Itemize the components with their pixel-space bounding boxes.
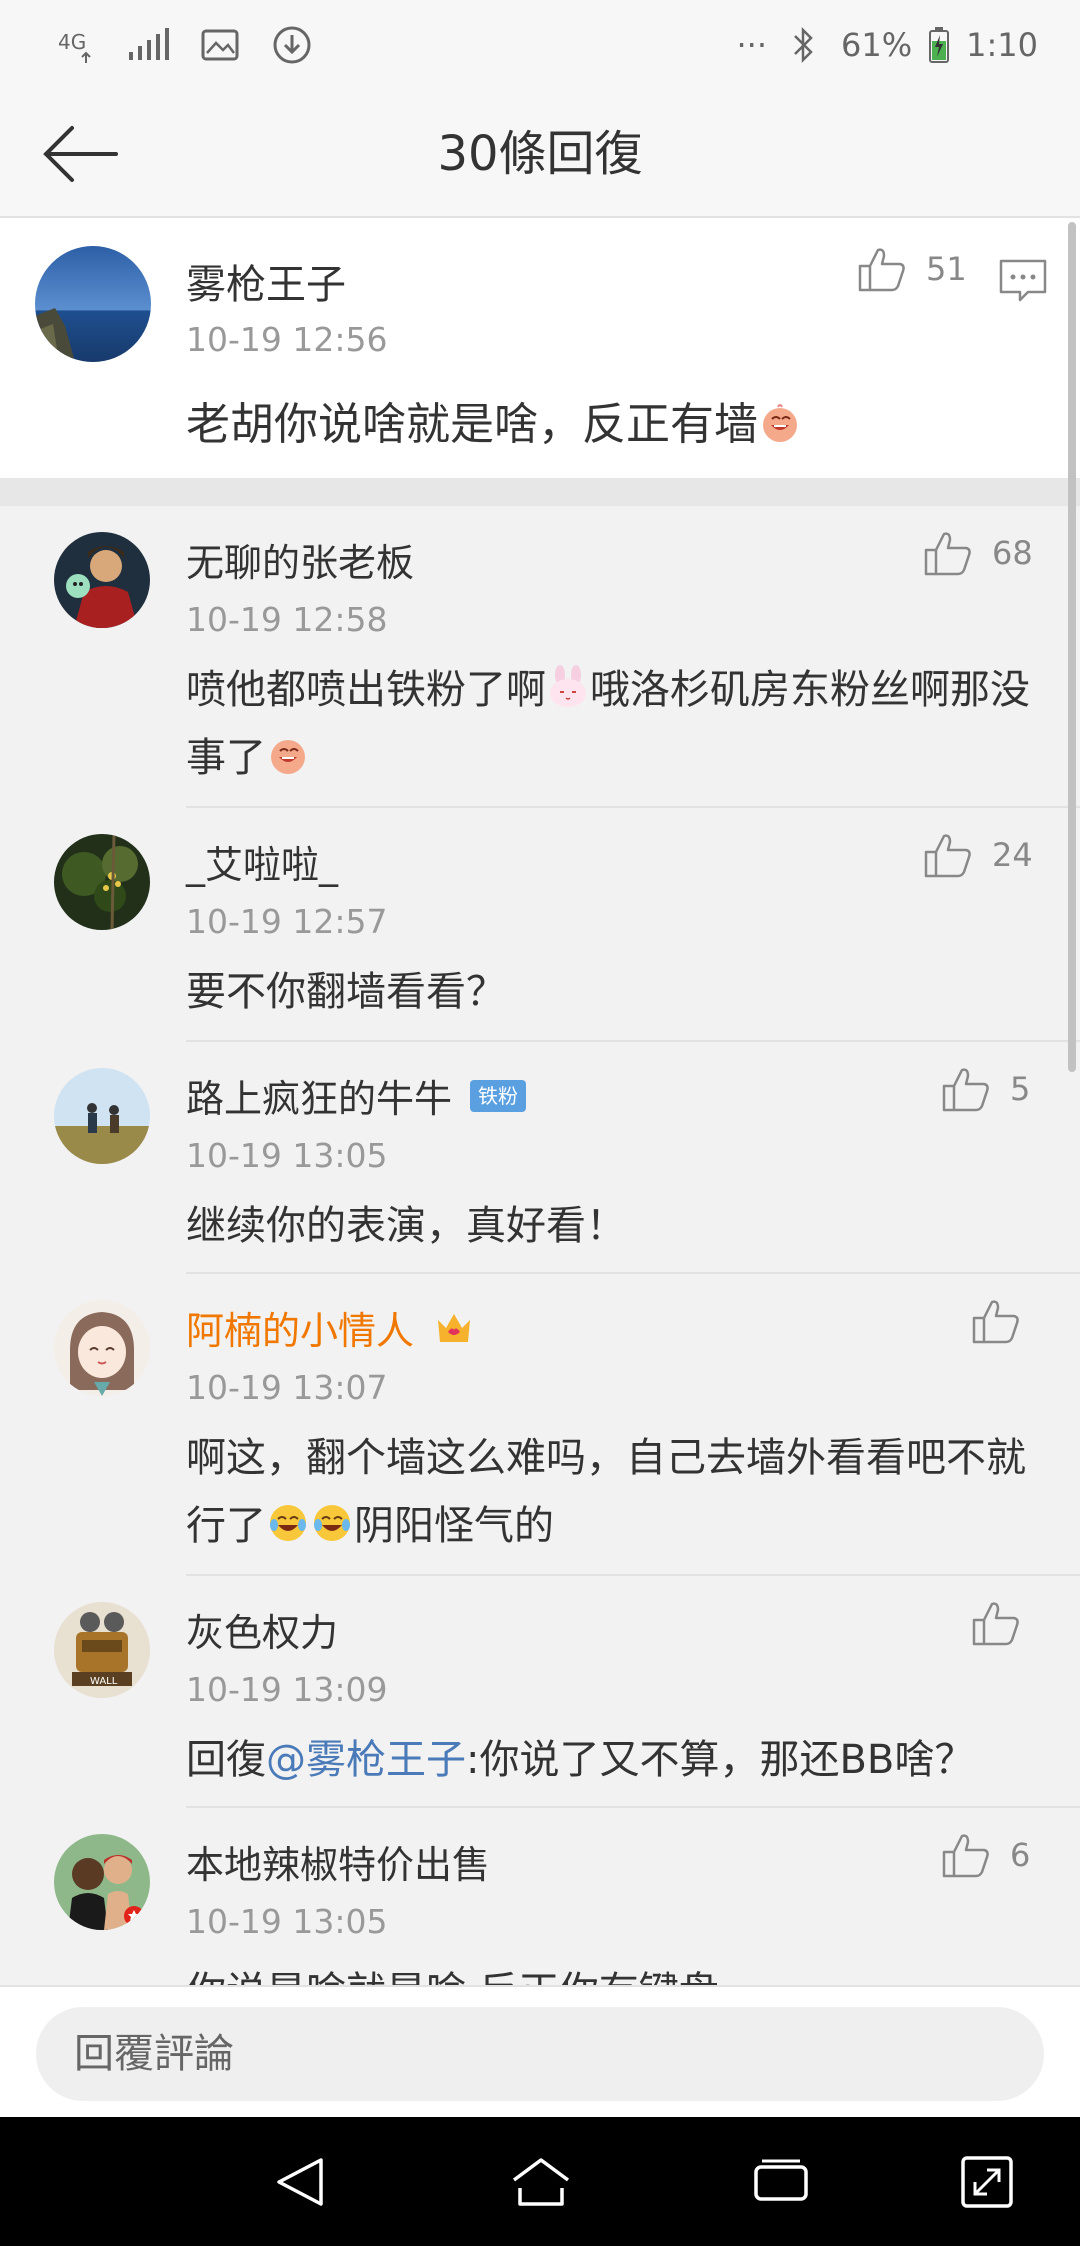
root-comment: 雾枪王子 10-19 12:56 老胡你说啥就是啥，反正有墙 51 bbox=[0, 218, 1080, 478]
commenter-name[interactable]: 阿楠的小情人 bbox=[186, 1300, 476, 1355]
like-button[interactable]: 24 bbox=[924, 832, 1033, 878]
like-count: 6 bbox=[1010, 1836, 1031, 1874]
comment-text: 喷他都喷出铁粉了啊 哦洛杉矶房东粉丝啊那没事了 bbox=[186, 665, 1030, 781]
list-item: 阿楠的小情人 10-19 13:07 啊这，翻个墙这么难吗，自己去墙外看看吧不就… bbox=[0, 1274, 1080, 1576]
battery-percent: 61% bbox=[841, 26, 913, 64]
like-count: 5 bbox=[1010, 1070, 1031, 1108]
commenter-name[interactable]: _艾啦啦_ bbox=[186, 834, 338, 889]
back-triangle-icon bbox=[277, 2158, 323, 2206]
page-title: 30條回復 bbox=[437, 126, 643, 182]
reply-input-bar: 回覆評論 bbox=[0, 1985, 1080, 2117]
comment-time: 10-19 13:09 bbox=[186, 1670, 388, 1709]
like-button[interactable]: 68 bbox=[924, 530, 1033, 576]
recents-icon bbox=[754, 2159, 808, 2201]
network-4g-icon: 4G bbox=[55, 24, 97, 66]
like-button[interactable]: 6 bbox=[942, 1832, 1030, 1878]
list-item: WALL 灰色权力 10-19 13:09 回復@雾枪王子:你说了又不算，那还B… bbox=[0, 1576, 1080, 1808]
commenter-name[interactable]: 灰色权力 bbox=[186, 1602, 338, 1657]
home-icon bbox=[512, 2158, 570, 2206]
status-bar: 4G ··· 61% 1:10 bbox=[0, 0, 1080, 90]
comment-time: 10-19 13:07 bbox=[186, 1368, 388, 1407]
back-button[interactable] bbox=[40, 116, 120, 192]
replies-list: 无聊的张老板 10-19 12:58 喷他都喷出铁粉了啊 哦洛杉矶房东粉丝啊那没事… bbox=[0, 506, 1080, 1986]
signal-icon bbox=[127, 24, 169, 66]
thumbs-up-icon bbox=[924, 532, 971, 576]
comment-icon bbox=[999, 259, 1047, 302]
list-item: 无聊的张老板 10-19 12:58 喷他都喷出铁粉了啊 哦洛杉矶房东粉丝啊那没事… bbox=[0, 506, 1080, 808]
scrollbar[interactable] bbox=[1068, 222, 1076, 1072]
comment-text: 老胡你说啥就是啥，反正有墙 bbox=[186, 388, 802, 452]
like-count: 68 bbox=[992, 534, 1033, 572]
commenter-name[interactable]: 无聊的张老板 bbox=[186, 532, 414, 587]
comment-time: 10-19 12:58 bbox=[186, 600, 388, 639]
nav-expand-button[interactable] bbox=[954, 2149, 1020, 2215]
tears-of-joy-emoji-icon bbox=[314, 1505, 350, 1541]
list-item: _艾啦啦_ 10-19 12:57 要不你翻墙看看？ 24 bbox=[0, 808, 1080, 1042]
comment-text: 回復@雾枪王子:你说了又不算，那还BB啥？ bbox=[186, 1737, 975, 1783]
bluetooth-icon bbox=[783, 24, 825, 66]
like-button[interactable] bbox=[972, 1600, 1020, 1646]
comment-text: 你说是啥就是啥 反正你有键盘 bbox=[186, 1958, 1036, 1986]
thumbs-up-icon bbox=[924, 834, 971, 878]
avatar[interactable]: WALL bbox=[54, 1602, 150, 1698]
like-count: 24 bbox=[992, 836, 1033, 874]
svg-text:WALL: WALL bbox=[90, 1676, 118, 1687]
nav-home-button[interactable] bbox=[508, 2149, 574, 2215]
laugh-emoji-icon bbox=[763, 404, 797, 442]
thumbs-up-icon bbox=[972, 1300, 1019, 1344]
commenter-name[interactable]: 雾枪王子 bbox=[186, 252, 346, 310]
bunny-emoji-icon bbox=[550, 665, 586, 707]
comment-text: 继续你的表演，真好看！ bbox=[186, 1203, 626, 1249]
like-button[interactable] bbox=[972, 1298, 1020, 1344]
navigation-bar bbox=[0, 2117, 1080, 2246]
download-icon bbox=[271, 24, 313, 66]
comment-time: 10-19 12:57 bbox=[186, 902, 388, 941]
reply-button[interactable] bbox=[998, 258, 1048, 304]
crown-badge-icon bbox=[438, 1313, 471, 1342]
like-button[interactable]: 5 bbox=[942, 1066, 1030, 1112]
comment-time: 10-19 13:05 bbox=[186, 1136, 388, 1175]
gallery-icon bbox=[199, 24, 241, 66]
thumbs-up-icon bbox=[972, 1602, 1019, 1646]
commenter-name[interactable]: 本地辣椒特价出售 bbox=[186, 1834, 490, 1889]
commenter-name[interactable]: 路上疯狂的牛牛 铁粉 bbox=[186, 1068, 527, 1123]
nav-recents-button[interactable] bbox=[748, 2149, 814, 2215]
thumbs-up-icon bbox=[858, 248, 905, 292]
header: 30條回復 bbox=[0, 90, 1080, 218]
laugh-emoji-icon bbox=[271, 740, 305, 774]
nav-back-button[interactable] bbox=[268, 2149, 334, 2215]
like-count: 51 bbox=[926, 250, 967, 288]
avatar[interactable] bbox=[35, 246, 151, 362]
reply-input[interactable]: 回覆評論 bbox=[36, 2007, 1044, 2101]
avatar[interactable] bbox=[54, 834, 150, 930]
back-arrow-icon bbox=[43, 126, 118, 182]
more-status-icon: ··· bbox=[736, 26, 768, 64]
svg-text:4G: 4G bbox=[58, 30, 86, 54]
avatar[interactable] bbox=[54, 1300, 150, 1396]
fan-badge: 铁粉 bbox=[470, 1079, 527, 1112]
comment-time: 10-19 12:56 bbox=[186, 320, 388, 359]
thumbs-up-icon bbox=[942, 1068, 989, 1112]
mention-link[interactable]: @雾枪王子 bbox=[266, 1737, 466, 1783]
avatar[interactable] bbox=[54, 532, 150, 628]
list-item: 本地辣椒特价出售 10-19 13:05 你说是啥就是啥 反正你有键盘 6 bbox=[0, 1808, 1080, 1986]
comment-text: 啊这，翻个墙这么难吗，自己去墙外看看吧不就行了 阴阳怪气的 bbox=[186, 1435, 1026, 1549]
list-item: 路上疯狂的牛牛 铁粉 10-19 13:05 继续你的表演，真好看！ 5 bbox=[0, 1042, 1080, 1274]
avatar[interactable] bbox=[54, 1068, 150, 1164]
clock: 1:10 bbox=[966, 26, 1038, 64]
comment-time: 10-19 13:05 bbox=[186, 1902, 388, 1941]
section-divider bbox=[0, 478, 1080, 506]
tears-of-joy-emoji-icon bbox=[270, 1505, 306, 1541]
battery-icon bbox=[928, 24, 950, 66]
like-button[interactable]: 51 bbox=[858, 246, 967, 292]
thumbs-up-icon bbox=[942, 1834, 989, 1878]
comment-text: 要不你翻墙看看？ bbox=[186, 969, 506, 1015]
avatar[interactable] bbox=[54, 1834, 150, 1930]
expand-icon bbox=[961, 2156, 1013, 2208]
